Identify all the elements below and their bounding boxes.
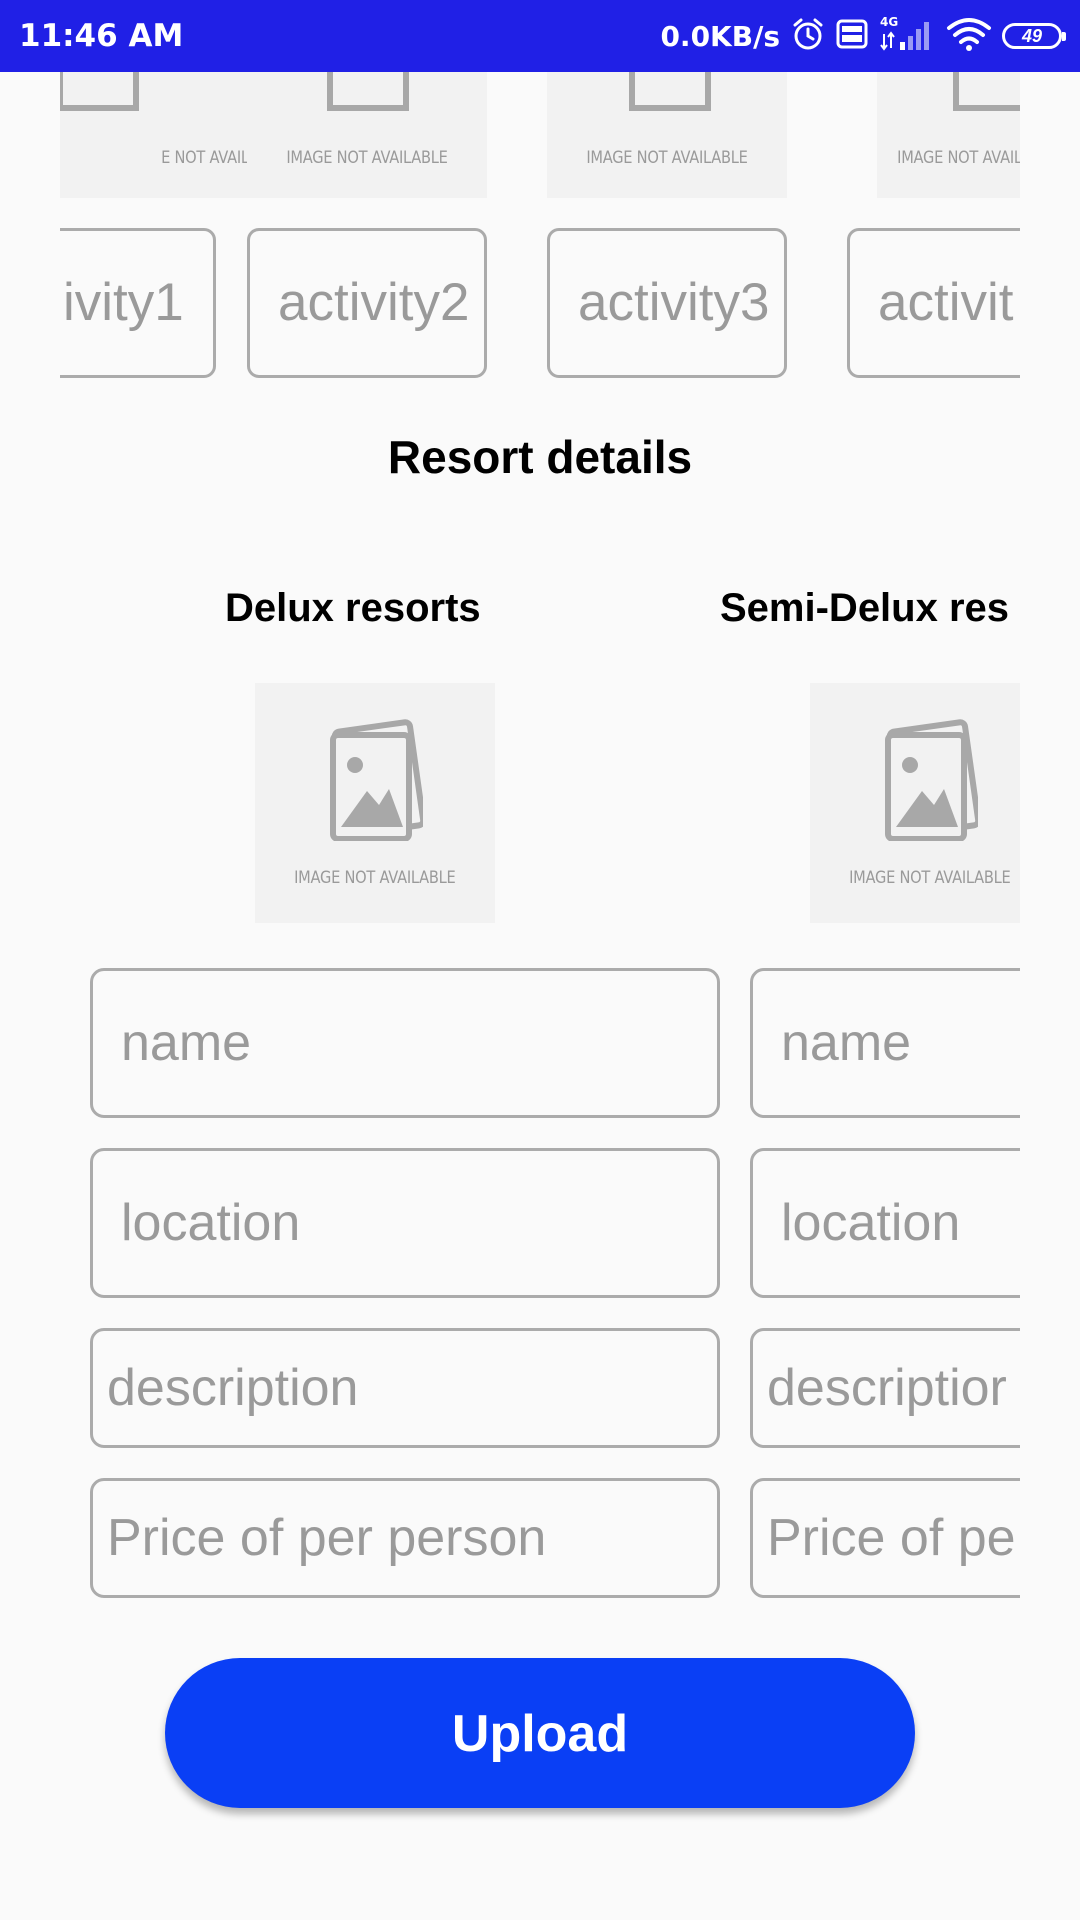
status-time: 11:46 AM: [19, 18, 184, 54]
image-not-available-label: IMAGE NOT AVAILABLE: [294, 867, 456, 888]
activity-field-2[interactable]: activity2: [247, 228, 487, 378]
semi-delux-resorts-title: Semi-Delux res: [720, 586, 1010, 630]
svg-text:4G: 4G: [880, 15, 898, 29]
activity-field-4[interactable]: activit: [847, 228, 1020, 378]
delux-description-input[interactable]: description: [90, 1328, 720, 1448]
activity-images-strip[interactable]: E NOT AVAILABLE IMAGE NOT AVAILABLE IMAG…: [60, 72, 1020, 198]
upload-button[interactable]: Upload: [165, 1658, 915, 1808]
image-placeholder-icons: [60, 72, 1020, 111]
battery-level: 49: [1021, 25, 1043, 46]
resort-columns-strip[interactable]: Delux resorts IMAGE NOT AVAILABLE name l…: [60, 560, 1020, 1610]
semi-delux-location-input[interactable]: location: [750, 1148, 1020, 1298]
alarm-icon: [790, 16, 826, 57]
image-placeholder-icon: [882, 718, 982, 846]
semi-delux-resort-image[interactable]: IMAGE NOT AVAILABLE: [810, 683, 1020, 923]
semi-delux-price-input[interactable]: Price of pe: [750, 1478, 1020, 1598]
semi-delux-description-input[interactable]: descriptior: [750, 1328, 1020, 1448]
image-not-available-label: IMAGE NOT AVAILABLE: [586, 148, 748, 168]
status-bar: 11:46 AM 0.0KB/s 4G 49: [0, 0, 1080, 72]
image-not-available-label: IMAGE NOT AVAIL: [897, 148, 1020, 168]
delux-resort-image[interactable]: IMAGE NOT AVAILABLE: [255, 683, 495, 923]
activity-fields-strip[interactable]: ivity1 activity2 activity3 activit: [60, 228, 1020, 378]
network-speed: 0.0KB/s: [660, 19, 780, 53]
volte-icon: [836, 18, 868, 55]
image-not-available-label: IMAGE NOT AVAILABLE: [849, 867, 1011, 888]
image-not-available-label: IMAGE NOT AVAILABLE: [286, 148, 448, 168]
4g-signal-icon: 4G: [878, 14, 936, 59]
battery-icon: 49: [1002, 23, 1066, 49]
image-placeholder-icon: [327, 718, 427, 846]
activity-field-3[interactable]: activity3: [547, 228, 787, 378]
activity-field-1[interactable]: ivity1: [60, 228, 216, 378]
status-icons: 0.0KB/s 4G 49: [660, 0, 1066, 72]
semi-delux-name-input[interactable]: name: [750, 968, 1020, 1118]
delux-name-input[interactable]: name: [90, 968, 720, 1118]
delux-resorts-title: Delux resorts: [225, 586, 481, 630]
delux-price-input[interactable]: Price of per person: [90, 1478, 720, 1598]
resort-details-title: Resort details: [387, 431, 693, 483]
delux-location-input[interactable]: location: [90, 1148, 720, 1298]
wifi-icon: [946, 16, 992, 57]
